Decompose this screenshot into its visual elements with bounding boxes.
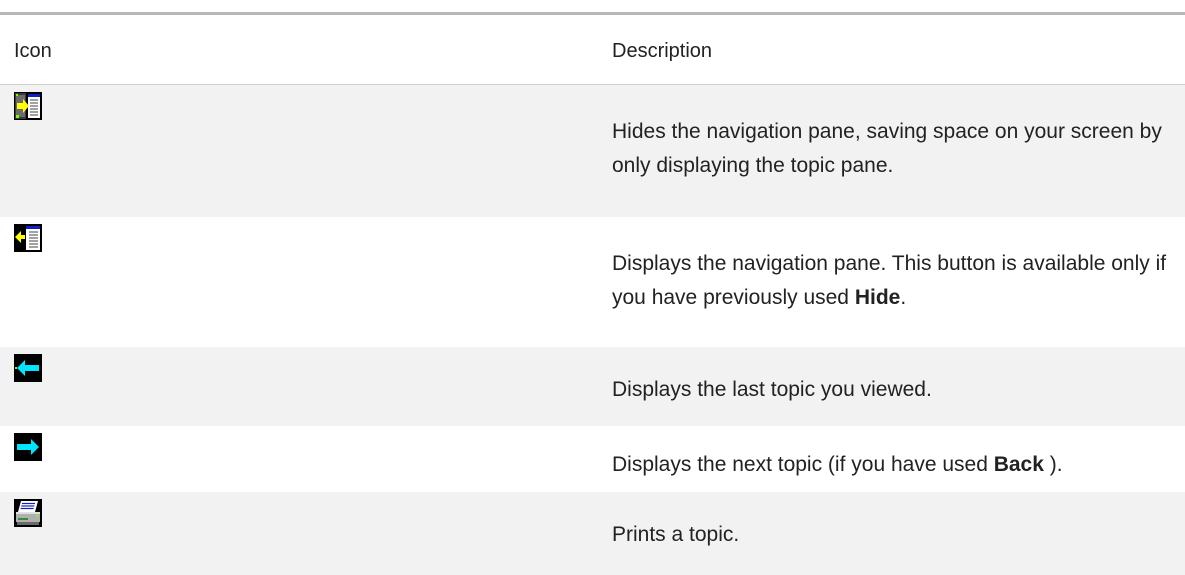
toolbar-icons-table: Icon Description Hides the navigation pa… — [0, 40, 1185, 575]
table-row: Displays the last topic you viewed. — [0, 346, 1185, 426]
hide-icon — [14, 92, 42, 120]
table-row: Hides the navigation pane, saving space … — [0, 84, 1185, 217]
description-text: Displays the last topic you viewed. — [612, 377, 932, 401]
description-text: ). — [1043, 452, 1063, 476]
header-description: Description — [598, 40, 1185, 85]
description-text: Hides the navigation pane, saving space … — [612, 120, 1162, 177]
show-icon — [14, 223, 42, 252]
table-row: Displays the next topic (if you have use… — [0, 426, 1185, 492]
description-cell: Displays the next topic (if you have use… — [598, 426, 1185, 492]
forward-icon — [14, 432, 42, 461]
help-page: Icon Description Hides the navigation pa… — [0, 0, 1185, 575]
description-text: . — [900, 285, 907, 309]
table-row: Prints a topic. — [0, 491, 1185, 575]
header-icon: Icon — [0, 40, 598, 85]
table-row: Displays the navigation pane. This butto… — [0, 217, 1185, 347]
back-icon — [14, 353, 42, 382]
description-cell: Displays the last topic you viewed. — [598, 347, 1185, 426]
top-divider — [0, 12, 1185, 15]
description-bold: Back — [993, 452, 1044, 476]
description-bold: Hide — [854, 285, 901, 309]
description-cell: Prints a topic. — [598, 492, 1185, 575]
description-cell: Displays the navigation pane. This butto… — [598, 217, 1185, 347]
description-text: Displays the next topic (if you have use… — [612, 452, 994, 476]
description-cell: Hides the navigation pane, saving space … — [598, 85, 1185, 217]
description-text: Prints a topic. — [612, 522, 740, 546]
print-icon — [14, 498, 42, 527]
table-header-row: Icon Description — [0, 40, 1185, 85]
